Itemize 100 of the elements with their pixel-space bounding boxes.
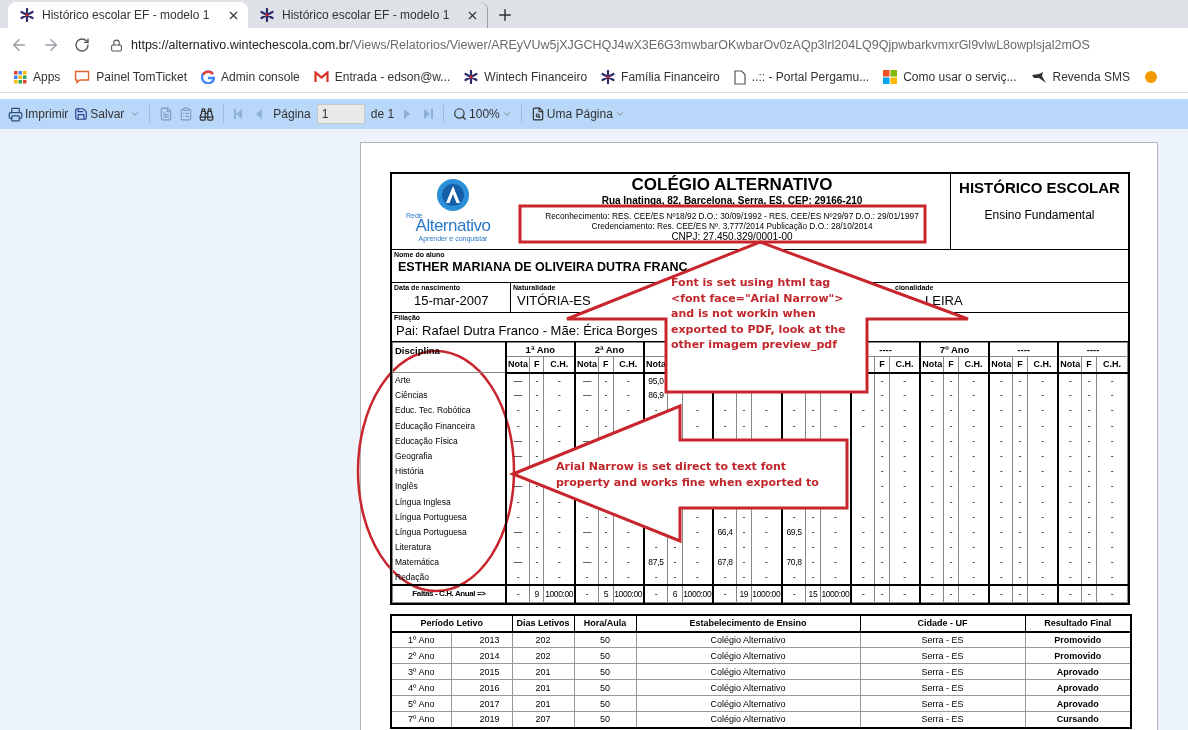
grade-cell: - bbox=[1027, 478, 1059, 494]
grade-cell: - bbox=[889, 539, 921, 555]
grade-cell: - bbox=[874, 372, 890, 388]
bookmark-link[interactable]: ..:: - Portal Pergamu... bbox=[751, 70, 870, 84]
zoom-dropdown[interactable]: 100% bbox=[453, 107, 512, 121]
subject-cell: Língua Portuguesa bbox=[392, 509, 506, 525]
grade-cell: — bbox=[574, 372, 599, 388]
column-header: F bbox=[529, 356, 544, 373]
grade-cell: - bbox=[1058, 372, 1082, 388]
grade-cell: - bbox=[805, 554, 821, 570]
bookmark-link[interactable]: Família Financeiro bbox=[621, 70, 720, 84]
bookmark-link[interactable]: Apps bbox=[33, 70, 61, 84]
ring-icon bbox=[201, 70, 216, 84]
grade-cell: - bbox=[920, 463, 944, 479]
grade-cell: - bbox=[889, 448, 921, 464]
view-dropdown[interactable]: Uma Página bbox=[530, 107, 625, 121]
grade-cell: - bbox=[1096, 372, 1128, 388]
grade-cell: - bbox=[782, 402, 806, 419]
grade-cell: - bbox=[920, 418, 944, 434]
grade-cell: - bbox=[889, 554, 921, 570]
grade-cell: - bbox=[1027, 402, 1059, 419]
print-button[interactable]: Imprimir bbox=[8, 106, 69, 122]
column-header: Nota bbox=[505, 356, 530, 373]
column-header: C.H. bbox=[1096, 356, 1128, 373]
grade-cell: - bbox=[874, 433, 890, 449]
grade-cell: - bbox=[643, 569, 668, 586]
bookmark-link[interactable]: Entrada - edson@w... bbox=[334, 70, 451, 84]
grade-cell: - bbox=[751, 418, 782, 434]
grade-cell: - bbox=[1058, 524, 1082, 540]
grade-cell: - bbox=[1058, 418, 1082, 434]
grade-cell: 67,8 bbox=[712, 554, 737, 570]
grade-cell: - bbox=[643, 539, 668, 555]
grade-cell: - bbox=[820, 402, 852, 419]
grade-cell: - bbox=[920, 372, 944, 388]
grade-cell: - bbox=[1058, 463, 1082, 479]
clipboard-icon[interactable] bbox=[179, 107, 194, 121]
table-cell: 50 bbox=[574, 663, 636, 680]
grade-cell: - bbox=[920, 494, 944, 510]
grade-cell: - bbox=[851, 554, 875, 570]
grade-cell: - bbox=[1058, 387, 1082, 403]
bookmark-link[interactable]: Painel TomTicket bbox=[96, 70, 188, 84]
printer-icon bbox=[8, 106, 23, 122]
grade-cell: - bbox=[1058, 402, 1082, 419]
grade-cell: - bbox=[1081, 554, 1097, 570]
document-title: HISTÓRICO ESCOLAR bbox=[959, 179, 1120, 198]
school-name: COLÉGIO ALTERNATIVO bbox=[631, 175, 833, 195]
column-header: Cidade - UF bbox=[860, 614, 1025, 632]
grade-cell: - bbox=[889, 418, 921, 434]
total-cell: 15 bbox=[805, 585, 821, 603]
grade-cell: - bbox=[1096, 448, 1128, 464]
subject-cell: Literatura bbox=[392, 539, 506, 555]
page-magnifier-icon bbox=[530, 107, 545, 121]
grade-cell: - bbox=[920, 554, 944, 570]
table-cell: Colégio Alternativo bbox=[636, 647, 860, 664]
table-cell: 50 bbox=[574, 631, 636, 648]
grade-cell: - bbox=[598, 524, 613, 540]
grade-cell: - bbox=[958, 569, 990, 586]
subject-cell: Geografia bbox=[392, 448, 506, 464]
caret-icon[interactable] bbox=[130, 109, 141, 119]
column-header: Dias Letivos bbox=[512, 614, 574, 632]
grade-cell: - bbox=[782, 418, 806, 434]
subject-cell: Inglês bbox=[392, 478, 506, 494]
bookmark-link[interactable]: Wintech Financeiro bbox=[484, 70, 588, 84]
page-input[interactable]: 1 bbox=[316, 104, 365, 124]
grade-cell: — bbox=[574, 524, 599, 540]
reload-icon[interactable] bbox=[74, 37, 90, 53]
grade-cell: - bbox=[1096, 387, 1128, 403]
total-cell: - bbox=[1058, 585, 1082, 603]
field-value: ESTHER MARIANA DE OLIVEIRA DUTRA FRANC bbox=[397, 260, 688, 274]
grade-cell: — bbox=[574, 387, 599, 403]
caret-icon bbox=[501, 109, 512, 119]
grade-cell: - bbox=[958, 448, 990, 464]
grade-cell: - bbox=[1012, 448, 1028, 464]
new-tab-icon[interactable] bbox=[496, 6, 514, 24]
forward-icon[interactable] bbox=[42, 36, 60, 54]
bookmark-link[interactable]: Revenda SMS bbox=[1052, 70, 1130, 84]
totals-label: Faltas - C.H. Anual => bbox=[392, 585, 506, 603]
grade-cell: - bbox=[943, 372, 959, 388]
save-button[interactable]: Salvar bbox=[74, 107, 125, 121]
back-icon[interactable] bbox=[10, 36, 28, 54]
grade-cell: - bbox=[943, 554, 959, 570]
browser-tab[interactable]: Histórico escolar EF - modelo 1 bbox=[8, 2, 248, 28]
grade-cell: - bbox=[989, 509, 1013, 525]
grade-cell: - bbox=[1012, 569, 1028, 586]
document-icon[interactable] bbox=[159, 107, 174, 121]
grade-cell: - bbox=[989, 418, 1013, 434]
total-cell: 1000:00 bbox=[820, 585, 852, 603]
table-cell: 2º Ano bbox=[391, 647, 451, 664]
grade-cell: - bbox=[989, 387, 1013, 403]
table-cell: 202 bbox=[512, 647, 574, 664]
grade-cell: - bbox=[1012, 509, 1028, 525]
table-cell: Serra - ES bbox=[860, 679, 1025, 696]
grade-cell: - bbox=[1081, 494, 1097, 510]
grade-cell: - bbox=[851, 418, 875, 434]
bookmark-link[interactable]: Como usar o serviç... bbox=[903, 70, 1017, 84]
bookmark-link[interactable]: Admin console bbox=[221, 70, 300, 84]
grade-cell: - bbox=[989, 494, 1013, 510]
binoculars-icon[interactable] bbox=[199, 106, 215, 122]
grade-cell: - bbox=[943, 402, 959, 419]
address-field[interactable]: https://alternativo.wintechescola.com.br/Views/Relatorios/Viewer/AREyVUw5jXJGCHQJ4wX3E6G3mwbarOKwbarOv0zAQp3lrl204LQ9QjpwbarkvmxrGl9vlwL8owplsjal2mOS bbox=[104, 31, 1178, 59]
